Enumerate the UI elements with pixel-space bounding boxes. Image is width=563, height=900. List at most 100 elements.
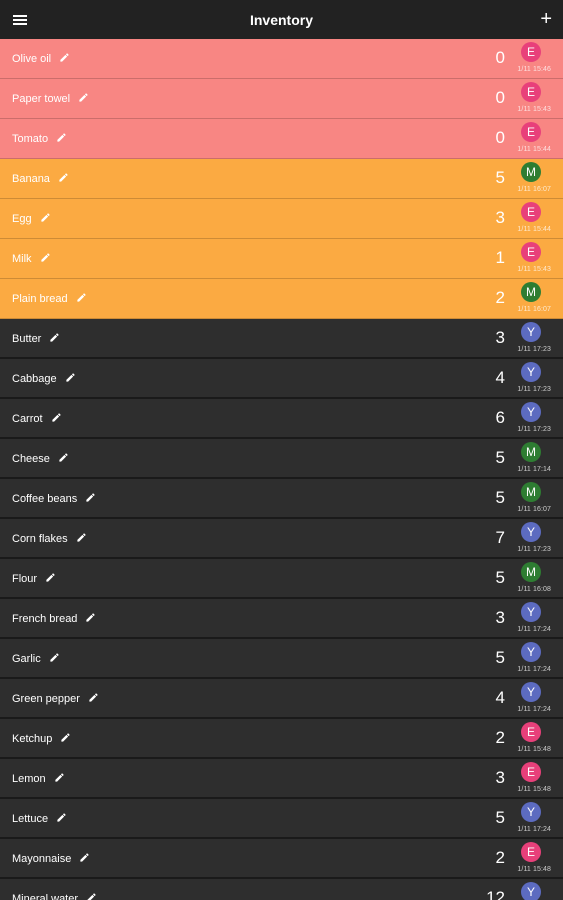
- item-quantity[interactable]: 5: [496, 168, 505, 188]
- item-name-label: Carrot: [12, 412, 43, 425]
- item-name: Ketchup: [12, 732, 71, 746]
- avatar: M: [521, 162, 541, 182]
- list-item[interactable]: Green pepper 4 Y 1/11 17:24: [0, 679, 563, 719]
- list-item[interactable]: Tomato 0 E 1/11 15:44: [0, 119, 563, 159]
- list-item[interactable]: Paper towel 0 E 1/11 15:43: [0, 79, 563, 119]
- updated-timestamp: 1/11 16:07: [517, 186, 551, 193]
- updated-timestamp: 1/11 15:43: [517, 106, 551, 113]
- item-quantity[interactable]: 4: [496, 688, 505, 708]
- item-quantity[interactable]: 2: [496, 728, 505, 748]
- item-quantity[interactable]: 3: [496, 768, 505, 788]
- pencil-edit-icon[interactable]: [56, 132, 67, 146]
- item-name: Flour: [12, 572, 56, 586]
- item-name-label: Coffee beans: [12, 492, 78, 505]
- pencil-edit-icon[interactable]: [65, 372, 76, 386]
- item-quantity[interactable]: 0: [496, 48, 505, 68]
- list-item[interactable]: Olive oil 0 E 1/11 15:46: [0, 39, 563, 79]
- pencil-edit-icon[interactable]: [45, 572, 56, 586]
- item-quantity[interactable]: 7: [496, 528, 505, 548]
- item-name-label: Olive oil: [12, 52, 52, 65]
- item-quantity[interactable]: 0: [496, 88, 505, 108]
- item-quantity[interactable]: 5: [496, 448, 505, 468]
- pencil-edit-icon[interactable]: [78, 92, 89, 106]
- item-name-label: Paper towel: [12, 92, 71, 105]
- list-item[interactable]: Ketchup 2 E 1/11 15:48: [0, 719, 563, 759]
- list-item[interactable]: Mineral water 12 Y: [0, 879, 563, 900]
- item-name-label: Plain bread: [12, 292, 68, 305]
- item-name-label: Lemon: [12, 772, 46, 785]
- updated-timestamp: 1/11 15:48: [517, 866, 551, 873]
- updated-timestamp: 1/11 17:24: [517, 666, 551, 673]
- pencil-edit-icon[interactable]: [58, 452, 69, 466]
- item-name: Egg: [12, 212, 51, 226]
- list-item[interactable]: Plain bread 2 M 1/11 16:07: [0, 279, 563, 319]
- list-item[interactable]: French bread 3 Y 1/11 17:24: [0, 599, 563, 639]
- pencil-edit-icon[interactable]: [40, 212, 51, 226]
- item-quantity[interactable]: 0: [496, 128, 505, 148]
- avatar: M: [521, 282, 541, 302]
- updated-timestamp: 1/11 17:24: [517, 706, 551, 713]
- pencil-edit-icon[interactable]: [54, 772, 65, 786]
- item-name-label: Garlic: [12, 652, 41, 665]
- add-item-button[interactable]: +: [540, 8, 552, 30]
- avatar: Y: [521, 682, 541, 702]
- pencil-edit-icon[interactable]: [49, 332, 60, 346]
- item-quantity[interactable]: 12: [486, 888, 505, 900]
- item-quantity[interactable]: 4: [496, 368, 505, 388]
- list-item[interactable]: Cabbage 4 Y 1/11 17:23: [0, 359, 563, 399]
- pencil-edit-icon[interactable]: [49, 652, 60, 666]
- list-item[interactable]: Lemon 3 E 1/11 15:48: [0, 759, 563, 799]
- pencil-edit-icon[interactable]: [86, 892, 97, 900]
- item-name: Butter: [12, 332, 60, 346]
- list-item[interactable]: Cheese 5 M 1/11 17:14: [0, 439, 563, 479]
- pencil-edit-icon[interactable]: [40, 252, 51, 266]
- updated-timestamp: 1/11 17:23: [517, 346, 551, 353]
- pencil-edit-icon[interactable]: [58, 172, 69, 186]
- item-quantity[interactable]: 5: [496, 808, 505, 828]
- item-quantity[interactable]: 1: [496, 248, 505, 268]
- list-item[interactable]: Coffee beans 5 M 1/11 16:07: [0, 479, 563, 519]
- item-name-label: Cheese: [12, 452, 50, 465]
- avatar: Y: [521, 802, 541, 822]
- item-quantity[interactable]: 5: [496, 648, 505, 668]
- item-quantity[interactable]: 5: [496, 488, 505, 508]
- avatar: E: [521, 122, 541, 142]
- pencil-edit-icon[interactable]: [60, 732, 71, 746]
- updated-timestamp: 1/11 15:46: [517, 66, 551, 73]
- item-name: Tomato: [12, 132, 67, 146]
- pencil-edit-icon[interactable]: [85, 492, 96, 506]
- list-item[interactable]: Butter 3 Y 1/11 17:23: [0, 319, 563, 359]
- pencil-edit-icon[interactable]: [79, 852, 90, 866]
- pencil-edit-icon[interactable]: [85, 612, 96, 626]
- item-quantity[interactable]: 6: [496, 408, 505, 428]
- item-name: Cheese: [12, 452, 69, 466]
- pencil-edit-icon[interactable]: [76, 532, 87, 546]
- list-item[interactable]: Milk 1 E 1/11 15:43: [0, 239, 563, 279]
- list-item[interactable]: Lettuce 5 Y 1/11 17:24: [0, 799, 563, 839]
- list-item[interactable]: Corn flakes 7 Y 1/11 17:23: [0, 519, 563, 559]
- item-quantity[interactable]: 5: [496, 568, 505, 588]
- list-item[interactable]: Egg 3 E 1/11 15:44: [0, 199, 563, 239]
- item-quantity[interactable]: 2: [496, 288, 505, 308]
- list-item[interactable]: Flour 5 M 1/11 16:08: [0, 559, 563, 599]
- updated-timestamp: 1/11 15:44: [517, 226, 551, 233]
- item-quantity[interactable]: 2: [496, 848, 505, 868]
- updated-timestamp: 1/11 17:23: [517, 546, 551, 553]
- pencil-edit-icon[interactable]: [76, 292, 87, 306]
- pencil-edit-icon[interactable]: [56, 812, 67, 826]
- item-quantity[interactable]: 3: [496, 328, 505, 348]
- pencil-edit-icon[interactable]: [88, 692, 99, 706]
- item-name-label: Tomato: [12, 132, 49, 145]
- updated-timestamp: 1/11 17:23: [517, 426, 551, 433]
- item-quantity[interactable]: 3: [496, 208, 505, 228]
- hamburger-menu-icon[interactable]: [13, 15, 27, 25]
- pencil-edit-icon[interactable]: [59, 52, 70, 66]
- list-item[interactable]: Carrot 6 Y 1/11 17:23: [0, 399, 563, 439]
- pencil-edit-icon[interactable]: [51, 412, 62, 426]
- list-item[interactable]: Banana 5 M 1/11 16:07: [0, 159, 563, 199]
- item-name: Coffee beans: [12, 492, 96, 506]
- item-name: Lettuce: [12, 812, 67, 826]
- list-item[interactable]: Mayonnaise 2 E 1/11 15:48: [0, 839, 563, 879]
- list-item[interactable]: Garlic 5 Y 1/11 17:24: [0, 639, 563, 679]
- item-quantity[interactable]: 3: [496, 608, 505, 628]
